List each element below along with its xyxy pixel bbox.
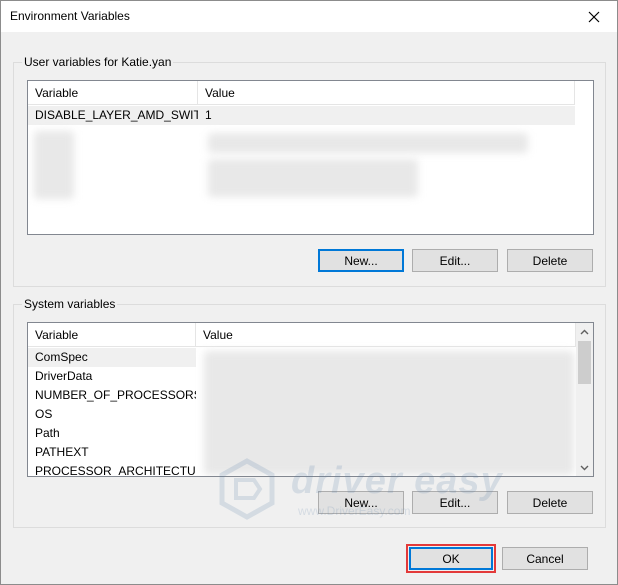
title-bar[interactable]: Environment Variables [1, 1, 617, 32]
user-delete-button[interactable]: Delete [507, 249, 593, 272]
watermark-brand: driver easy [291, 460, 503, 502]
variable-cell: Path [35, 426, 60, 440]
system-list-header: Variable Value [28, 323, 576, 347]
watermark-url: www.DriverEasy.com [298, 504, 411, 518]
table-row[interactable]: PATHEXT [28, 443, 196, 462]
column-header-variable[interactable]: Variable [28, 323, 196, 347]
variable-cell: OS [35, 407, 53, 421]
scroll-down-arrow[interactable] [576, 459, 593, 476]
user-variables-label: User variables for Katie.yan [22, 55, 174, 69]
system-list-scrollbar[interactable] [576, 323, 593, 476]
system-variables-list[interactable]: Variable Value ComSpec DriverData NUMBER… [27, 322, 594, 477]
close-button[interactable] [571, 1, 617, 32]
blurred-content [208, 159, 418, 197]
chevron-down-icon [580, 465, 589, 470]
window-title: Environment Variables [10, 9, 130, 23]
close-icon [588, 11, 600, 22]
environment-variables-dialog: Environment Variables User variables for… [0, 0, 618, 585]
variable-cell: ComSpec [35, 350, 88, 364]
user-new-button[interactable]: New... [318, 249, 404, 272]
column-header-value[interactable]: Value [196, 323, 576, 347]
column-header-value[interactable]: Value [198, 81, 575, 105]
table-row[interactable]: DriverData [28, 367, 196, 386]
table-row[interactable]: DISABLE_LAYER_AMD_SWIT... 1 [28, 106, 575, 125]
system-variables-label: System variables [22, 297, 118, 311]
table-row[interactable]: PROCESSOR_ARCHITECTURE [28, 462, 196, 477]
user-list-header: Variable Value [28, 81, 575, 105]
scroll-thumb[interactable] [578, 341, 591, 384]
ok-button[interactable]: OK [406, 544, 496, 573]
table-row[interactable]: NUMBER_OF_PROCESSORS [28, 386, 196, 405]
user-variables-list[interactable]: Variable Value DISABLE_LAYER_AMD_SWIT...… [27, 80, 594, 235]
table-row[interactable]: Path [28, 424, 196, 443]
variable-cell: DISABLE_LAYER_AMD_SWIT... [35, 108, 198, 122]
watermark: driver easy www.DriverEasy.com [216, 456, 516, 526]
variable-cell: PATHEXT [35, 445, 89, 459]
table-row[interactable]: OS [28, 405, 196, 424]
column-header-variable[interactable]: Variable [28, 81, 198, 105]
variable-cell: PROCESSOR_ARCHITECTURE [35, 464, 196, 477]
user-edit-button[interactable]: Edit... [412, 249, 498, 272]
table-row[interactable]: ComSpec [28, 348, 196, 367]
variable-cell: DriverData [35, 369, 93, 383]
blurred-content [208, 133, 528, 153]
variable-cell: NUMBER_OF_PROCESSORS [35, 388, 196, 402]
chevron-up-icon [580, 329, 589, 334]
cancel-button[interactable]: Cancel [502, 547, 588, 570]
driver-easy-logo-icon [219, 458, 275, 520]
system-delete-button[interactable]: Delete [507, 491, 593, 514]
scroll-up-arrow[interactable] [576, 323, 593, 340]
blurred-content [34, 131, 74, 199]
value-cell: 1 [205, 108, 212, 122]
